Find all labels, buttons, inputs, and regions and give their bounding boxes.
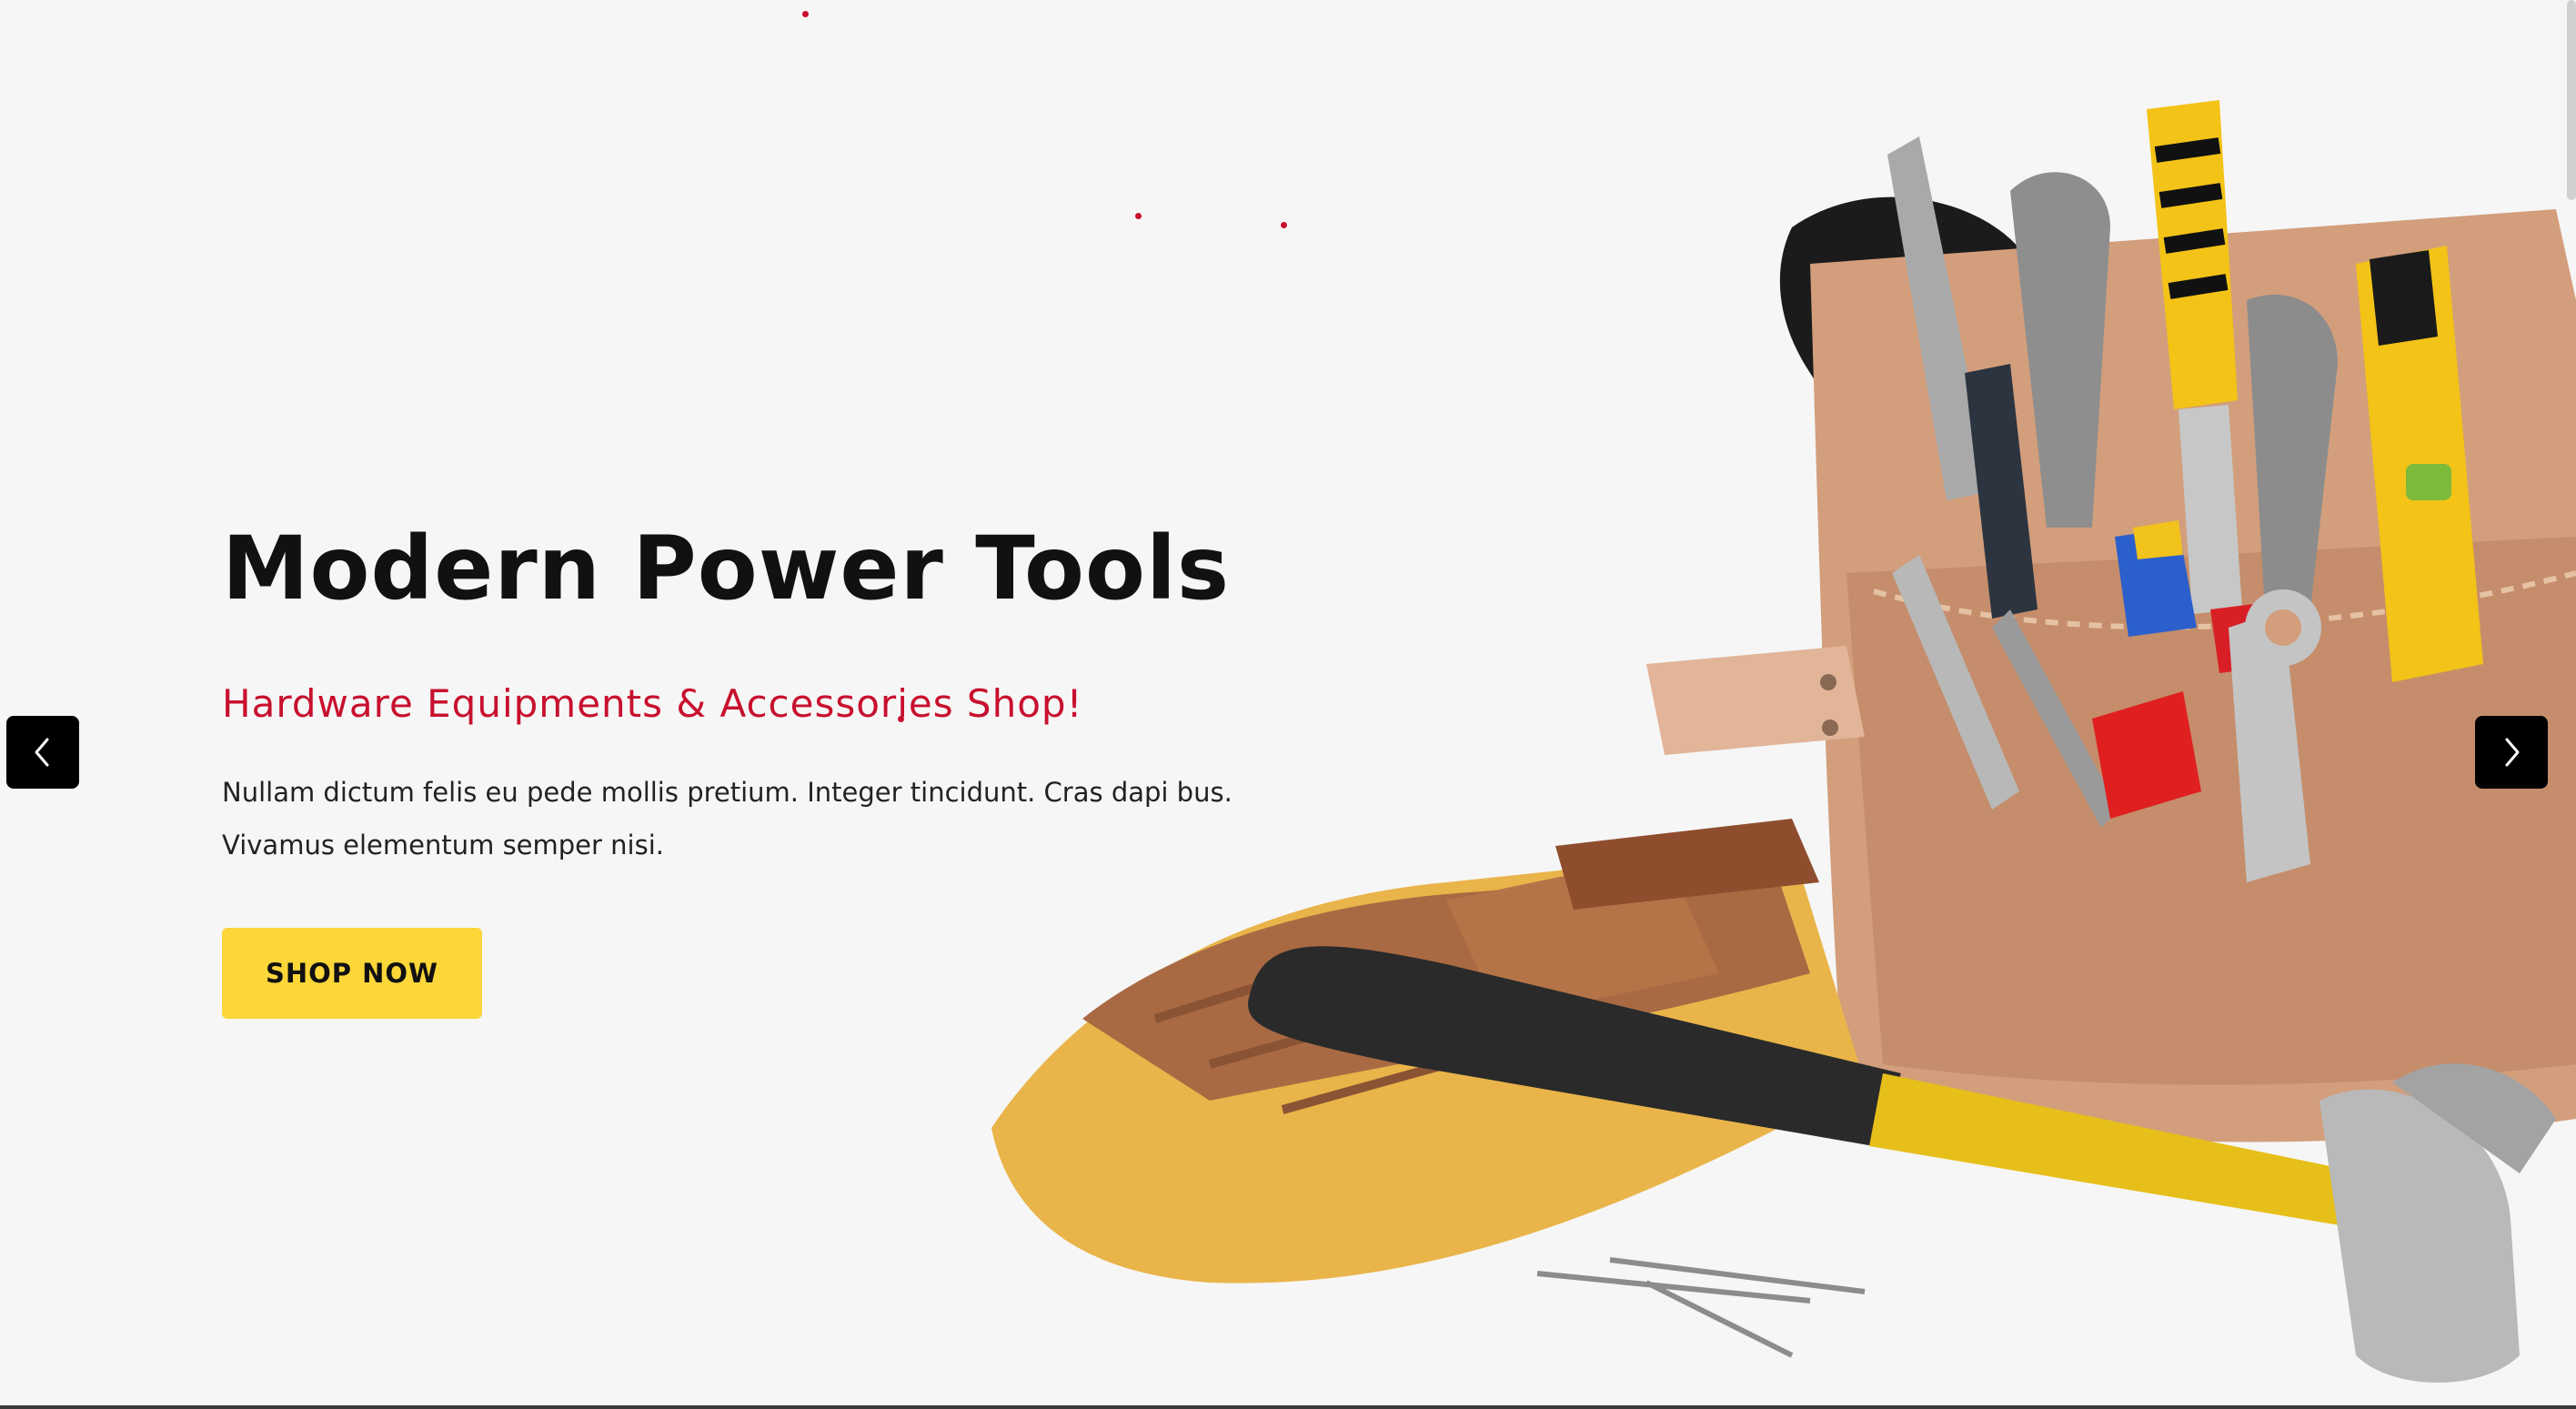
hero-description-line-1: Nullam dictum felis eu pede mollis preti…	[222, 777, 1233, 808]
hero-content: Modern Power Tools Hardware Equipments &…	[222, 509, 1359, 1019]
carousel-prev-button[interactable]	[6, 716, 79, 789]
chevron-left-icon	[35, 738, 49, 767]
scrollbar[interactable]	[2567, 0, 2576, 200]
hero-title: Modern Power Tools	[222, 518, 1230, 619]
hero-slider: Modern Power Tools Hardware Equipments &…	[0, 0, 2576, 1409]
decorative-dot	[802, 11, 809, 17]
chevron-right-icon	[2505, 738, 2520, 767]
hero-subtitle: Hardware Equipments & Accessories Shop!	[222, 681, 1083, 726]
hero-description-line-2: Vivamus elementum semper nisi.	[222, 830, 664, 860]
hero-divider	[0, 1405, 2576, 1409]
hero-description: Nullam dictum felis eu pede mollis preti…	[222, 766, 1359, 871]
carousel-next-button[interactable]	[2475, 716, 2548, 789]
shop-now-button[interactable]: SHOP NOW	[222, 928, 482, 1019]
